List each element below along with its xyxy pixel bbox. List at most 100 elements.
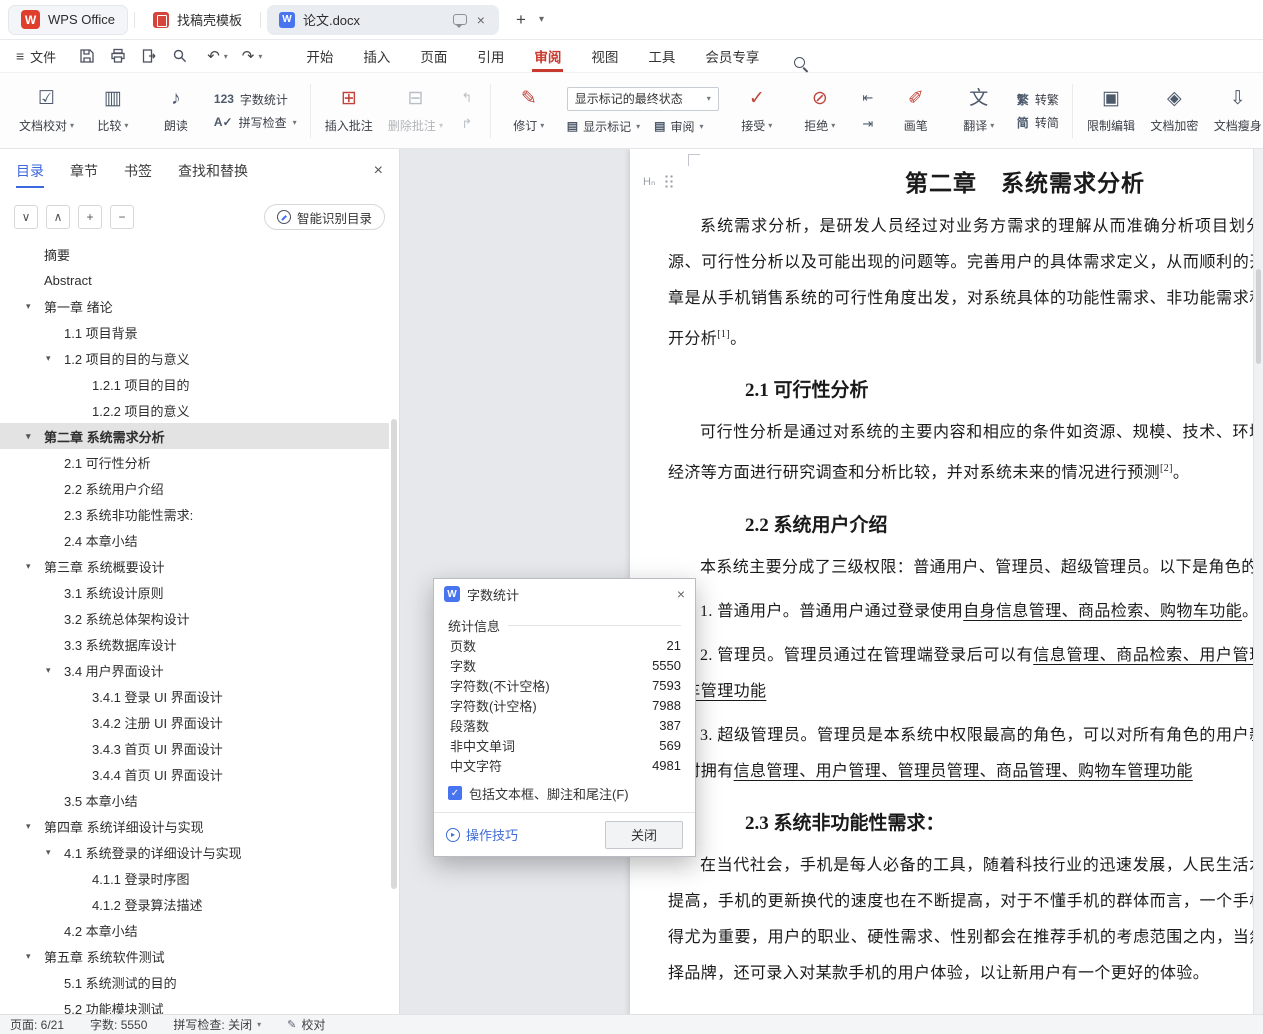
- spell-check-button[interactable]: A✓ 拼写检查 ▾: [214, 114, 297, 131]
- toc-item[interactable]: 3.2 系统总体架构设计: [0, 605, 389, 631]
- sidebar-close-button[interactable]: ×: [374, 162, 383, 180]
- toc-item[interactable]: 3.5 本章小结: [0, 787, 389, 813]
- toc-expand-arrow-icon[interactable]: ▾: [26, 951, 31, 962]
- tab-docer-template[interactable]: 找稿壳模板: [141, 5, 254, 35]
- export-icon[interactable]: [140, 47, 158, 65]
- toc-expand-arrow-icon[interactable]: ▾: [26, 431, 31, 442]
- comment-bubble-icon[interactable]: [452, 14, 467, 28]
- to-traditional-button[interactable]: 繁转繁: [1017, 91, 1059, 108]
- menu-tab-工具[interactable]: 工具: [648, 40, 675, 72]
- toc-plus-button[interactable]: +: [78, 205, 102, 229]
- save-icon[interactable]: [78, 47, 96, 65]
- menu-tab-视图[interactable]: 视图: [591, 40, 618, 72]
- undo-icon[interactable]: ↶: [207, 47, 220, 65]
- toc-item[interactable]: 1.1 项目背景: [0, 319, 389, 345]
- toc-expand-arrow-icon[interactable]: ▾: [26, 561, 31, 572]
- toc-item[interactable]: 5.1 系统测试的目的: [0, 969, 389, 995]
- smart-toc-button[interactable]: 智能识别目录: [263, 204, 385, 230]
- tab-list-caret-icon[interactable]: ▾: [539, 14, 544, 25]
- toc-expand-all-button[interactable]: ∧: [46, 205, 70, 229]
- toc-item[interactable]: ▾ 第五章 系统软件测试: [0, 943, 389, 969]
- toc-item[interactable]: 3.3 系统数据库设计: [0, 631, 389, 657]
- toc-item[interactable]: 4.2 本章小结: [0, 917, 389, 943]
- doc-slim-button[interactable]: ⇩ 文档瘦身: [1213, 79, 1263, 143]
- toc-item[interactable]: 3.1 系统设计原则: [0, 579, 389, 605]
- reject-changes-button[interactable]: ⊘ 拒绝 ▾: [795, 79, 845, 143]
- close-dialog-button[interactable]: 关闭: [605, 820, 683, 849]
- panel-tab-章节[interactable]: 章节: [70, 157, 98, 185]
- toc-expand-arrow-icon[interactable]: ▾: [46, 665, 51, 676]
- page-indicator[interactable]: 页面: 6/21: [10, 1016, 64, 1033]
- toc-item[interactable]: Abstract: [0, 267, 389, 293]
- tab-document-active[interactable]: W 论文.docx ×: [266, 4, 499, 35]
- toc-item[interactable]: 3.4.2 注册 UI 界面设计: [0, 709, 389, 735]
- ink-brush-button[interactable]: ✐ 画笔: [891, 79, 941, 143]
- toc-item[interactable]: 1.2.1 项目的目的: [0, 371, 389, 397]
- new-tab-button[interactable]: +: [509, 8, 533, 32]
- find-icon[interactable]: [171, 47, 189, 65]
- panel-tab-书签[interactable]: 书签: [124, 157, 152, 185]
- toc-item[interactable]: 2.3 系统非功能性需求:: [0, 501, 389, 527]
- doc-proofread-button[interactable]: ☑ 文档校对 ▾: [18, 79, 75, 143]
- to-simplified-button[interactable]: 简转简: [1017, 114, 1059, 131]
- menu-tab-审阅[interactable]: 审阅: [532, 40, 564, 72]
- insert-comment-button[interactable]: ⊞ 插入批注: [324, 79, 374, 143]
- toc-item[interactable]: 2.4 本章小结: [0, 527, 389, 553]
- compare-button[interactable]: ▥ 比较 ▾: [88, 79, 138, 143]
- heading-level-icon[interactable]: Hₙ: [643, 175, 655, 188]
- include-footnotes-option[interactable]: ✓ 包括文本框、脚注和尾注(F): [448, 782, 681, 804]
- read-aloud-button[interactable]: ♪ 朗读: [151, 79, 201, 143]
- redo-caret-icon[interactable]: ▾: [258, 52, 262, 61]
- toc-item[interactable]: ▾ 3.4 用户界面设计: [0, 657, 389, 683]
- review-pane-button[interactable]: ▤ 审阅 ▾: [654, 118, 703, 135]
- toc-item[interactable]: ▾ 1.2 项目的目的与意义: [0, 345, 389, 371]
- toc-minus-button[interactable]: −: [110, 205, 134, 229]
- menu-tab-页面[interactable]: 页面: [420, 40, 447, 72]
- toc-collapse-all-button[interactable]: ∨: [14, 205, 38, 229]
- doc-encrypt-button[interactable]: ◈ 文档加密: [1149, 79, 1199, 143]
- dialog-titlebar[interactable]: W 字数统计 ×: [434, 579, 695, 609]
- toc-item[interactable]: 3.4.1 登录 UI 界面设计: [0, 683, 389, 709]
- accept-changes-button[interactable]: ✓ 接受 ▾: [732, 79, 782, 143]
- menu-tab-会员专享[interactable]: 会员专享: [705, 40, 759, 72]
- panel-tab-目录[interactable]: 目录: [16, 157, 44, 188]
- toc-expand-arrow-icon[interactable]: ▾: [26, 301, 31, 312]
- toc-item[interactable]: 2.2 系统用户介绍: [0, 475, 389, 501]
- close-document-tab-button[interactable]: ×: [475, 12, 487, 28]
- toc-item[interactable]: 3.4.3 首页 UI 界面设计: [0, 735, 389, 761]
- previous-change-button[interactable]: ⇤: [858, 89, 878, 107]
- checkbox-checked-icon[interactable]: ✓: [448, 786, 462, 800]
- track-changes-button[interactable]: ✎ 修订 ▾: [504, 79, 554, 143]
- scrollbar-thumb[interactable]: [1256, 269, 1261, 364]
- menu-tab-开始[interactable]: 开始: [306, 40, 333, 72]
- toc-item[interactable]: 1.2.2 项目的意义: [0, 397, 389, 423]
- toc-item[interactable]: ▾ 第三章 系统概要设计: [0, 553, 389, 579]
- toc-item[interactable]: 4.1.2 登录算法描述: [0, 891, 389, 917]
- toc-expand-arrow-icon[interactable]: ▾: [26, 821, 31, 832]
- toc-expand-arrow-icon[interactable]: ▾: [46, 353, 51, 364]
- toc-item[interactable]: 2.1 可行性分析: [0, 449, 389, 475]
- vertical-scrollbar[interactable]: [1253, 149, 1263, 1014]
- word-count-button[interactable]: 123 字数统计: [214, 91, 297, 108]
- restrict-editing-button[interactable]: ▣ 限制编辑: [1086, 79, 1136, 143]
- toc-item[interactable]: ▾ 4.1 系统登录的详细设计与实现: [0, 839, 389, 865]
- toc-expand-arrow-icon[interactable]: ▾: [46, 847, 51, 858]
- document-page[interactable]: Hₙ 第二章 系统需求分析 系统需求分析，是研发人员经过对业务方需求的理解从而准…: [630, 149, 1263, 1014]
- translate-button[interactable]: 文翻译 ▾: [954, 79, 1004, 143]
- tips-link[interactable]: ▸ 操作技巧: [446, 825, 518, 844]
- print-icon[interactable]: [109, 47, 127, 65]
- show-markup-button[interactable]: ▤ 显示标记 ▾: [567, 118, 640, 135]
- tab-wps-home[interactable]: W WPS Office: [8, 4, 128, 35]
- redo-icon[interactable]: ↷: [242, 47, 255, 65]
- proofread-button[interactable]: ✎ 校对: [287, 1016, 325, 1033]
- panel-tab-查找和替换[interactable]: 查找和替换: [178, 157, 248, 185]
- file-menu-button[interactable]: ≡ 文件: [16, 47, 56, 66]
- word-count-indicator[interactable]: 字数: 5550: [90, 1016, 147, 1033]
- paragraph-drag-handle-icon[interactable]: [664, 174, 674, 189]
- toc-item[interactable]: 4.1.1 登录时序图: [0, 865, 389, 891]
- sidebar-scrollbar[interactable]: [391, 419, 397, 889]
- toc-item[interactable]: 摘要: [0, 241, 389, 267]
- toc-item[interactable]: ▾ 第一章 绪论: [0, 293, 389, 319]
- marks-state-select[interactable]: 显示标记的最终状态 ▾: [566, 86, 719, 111]
- toc-item[interactable]: ▾ 第二章 系统需求分析: [0, 423, 389, 449]
